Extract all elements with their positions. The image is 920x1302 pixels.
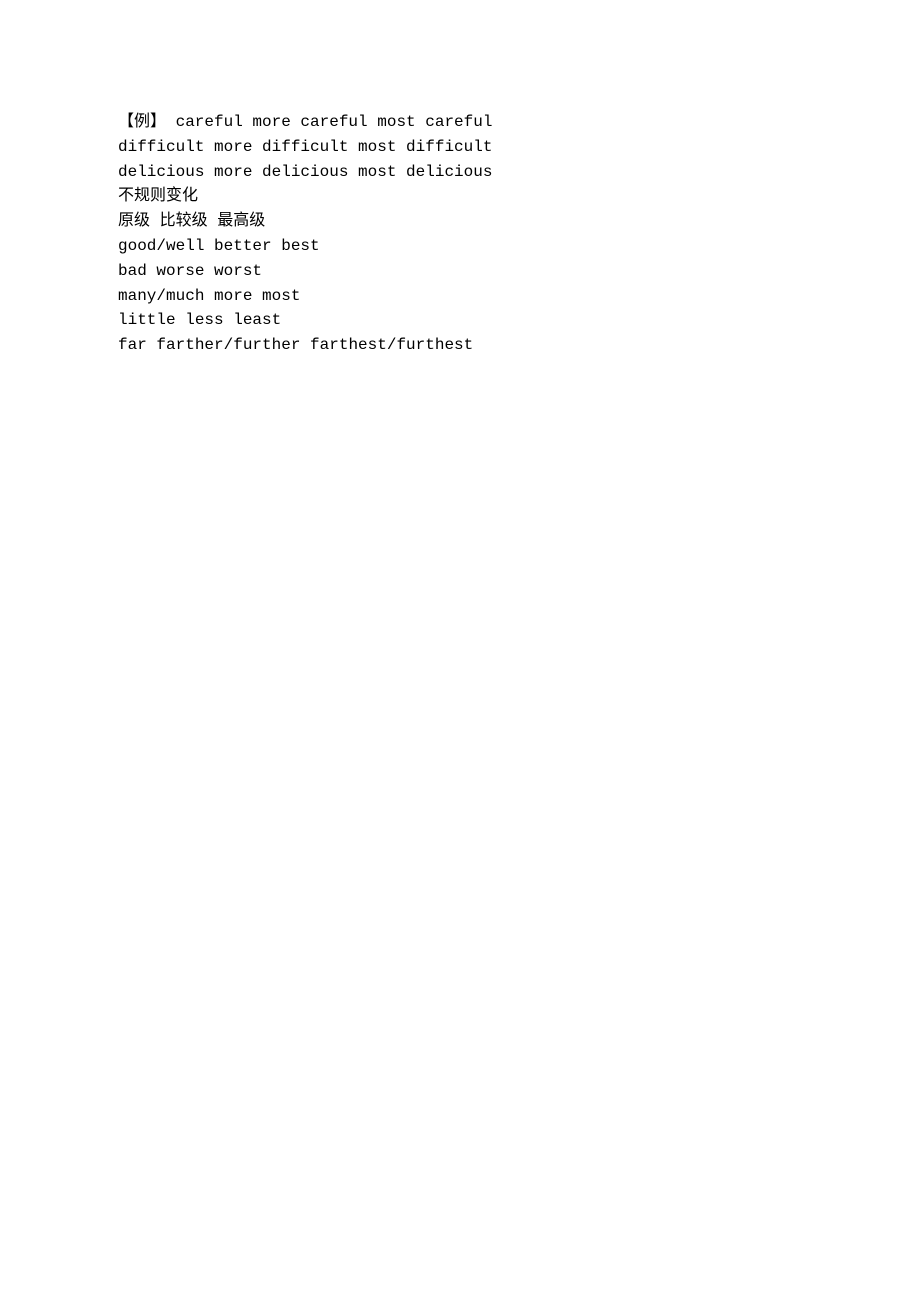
- text-line: bad worse worst: [118, 259, 802, 284]
- text-line: 【例】 careful more careful most careful: [118, 110, 802, 135]
- text-line: 不规则变化: [118, 184, 802, 209]
- text-line: good/well better best: [118, 234, 802, 259]
- text-line: delicious more delicious most delicious: [118, 160, 802, 185]
- text-line: 原级 比较级 最高级: [118, 209, 802, 234]
- text-line: difficult more difficult most difficult: [118, 135, 802, 160]
- text-line: little less least: [118, 308, 802, 333]
- text-line: far farther/further farthest/furthest: [118, 333, 802, 358]
- text-line: many/much more most: [118, 284, 802, 309]
- document-page: 【例】 careful more careful most careful di…: [0, 0, 920, 358]
